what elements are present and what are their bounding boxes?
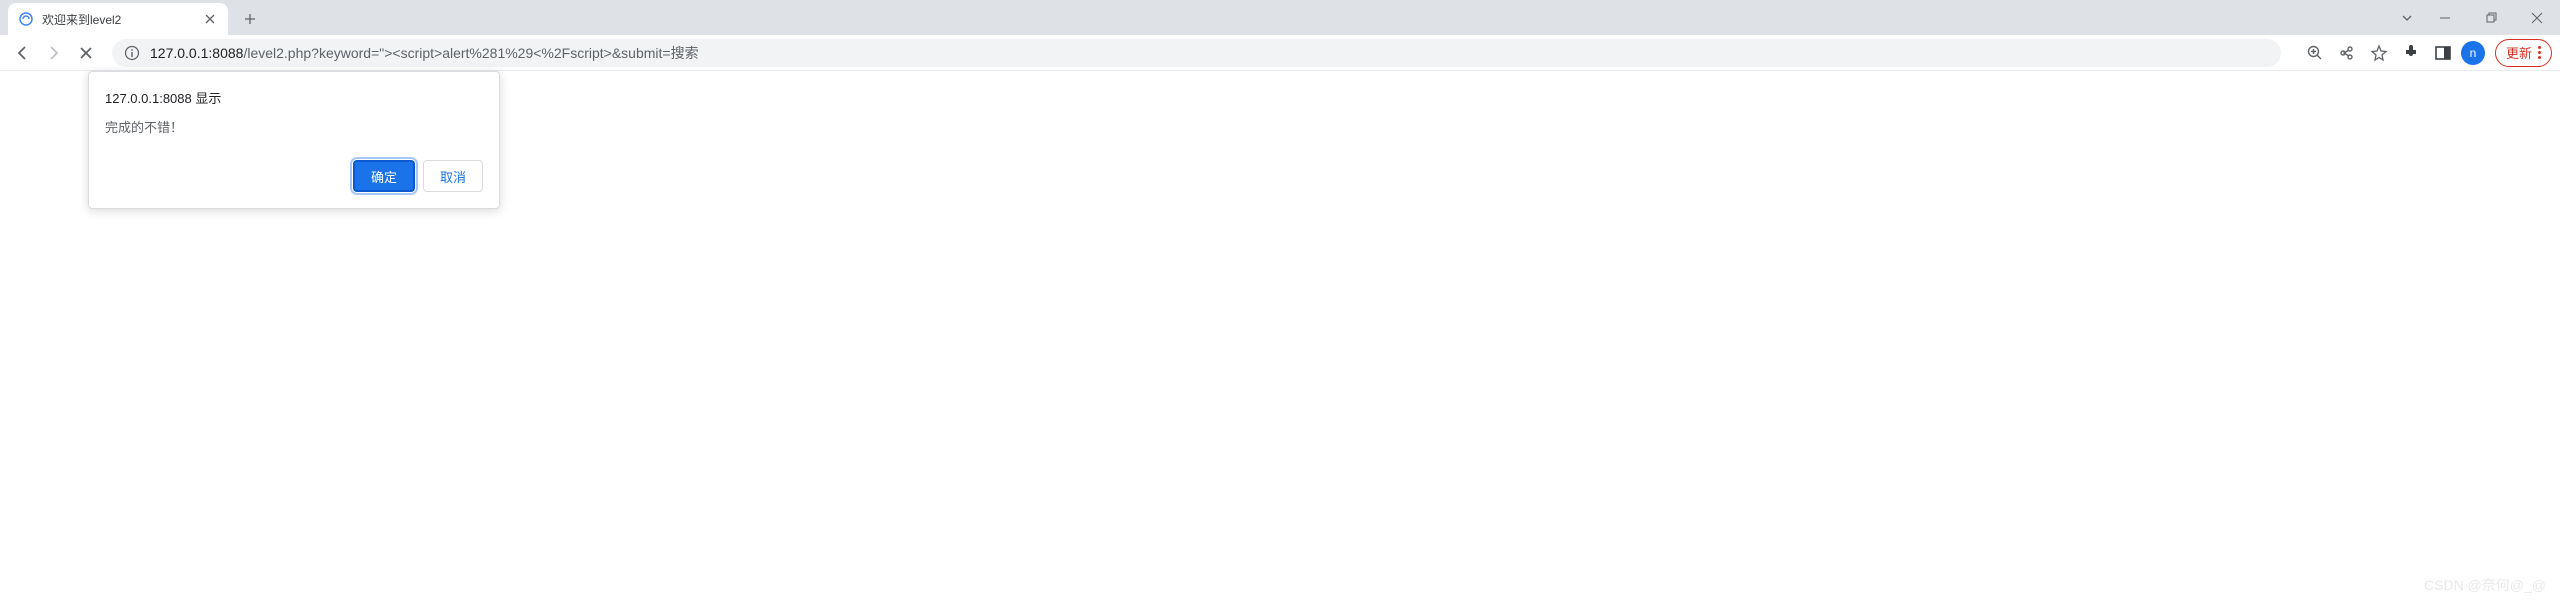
browser-tab[interactable]: 欢迎来到level2 [8, 3, 228, 35]
ok-button[interactable]: 确定 [353, 160, 415, 192]
favicon-icon [18, 11, 34, 27]
new-tab-button[interactable] [236, 5, 264, 33]
tab-title: 欢迎来到level2 [42, 11, 194, 28]
tab-strip: 欢迎来到level2 [0, 0, 2560, 35]
javascript-alert-dialog: 127.0.0.1:8088 显示 完成的不错！ 确定 取消 [88, 71, 500, 209]
zoom-icon[interactable] [2301, 39, 2329, 67]
dialog-actions: 确定 取消 [105, 160, 483, 192]
url-text: 127.0.0.1:8088/level2.php?keyword="><scr… [150, 43, 699, 63]
share-icon[interactable] [2333, 39, 2361, 67]
toolbar-actions: n 更新 [2301, 39, 2552, 67]
close-window-button[interactable] [2514, 3, 2560, 33]
browser-toolbar: 127.0.0.1:8088/level2.php?keyword="><scr… [0, 35, 2560, 71]
profile-avatar[interactable]: n [2461, 41, 2485, 65]
tab-search-icon[interactable] [2392, 3, 2422, 33]
cancel-button[interactable]: 取消 [423, 160, 483, 192]
back-button[interactable] [8, 39, 36, 67]
menu-icon [2538, 46, 2541, 59]
window-controls [2392, 0, 2560, 35]
update-button[interactable]: 更新 [2495, 39, 2552, 67]
watermark: CSDN @奈何@_@ [2424, 575, 2546, 595]
dialog-title: 127.0.0.1:8088 显示 [105, 88, 483, 107]
site-info-icon[interactable] [124, 45, 140, 61]
page-content: 127.0.0.1:8088 显示 完成的不错！ 确定 取消 [0, 71, 2560, 601]
forward-button[interactable] [40, 39, 68, 67]
bookmark-icon[interactable] [2365, 39, 2393, 67]
close-tab-icon[interactable] [202, 11, 218, 27]
minimize-button[interactable] [2422, 3, 2468, 33]
side-panel-icon[interactable] [2429, 39, 2457, 67]
extensions-icon[interactable] [2397, 39, 2425, 67]
dialog-message: 完成的不错！ [105, 117, 483, 136]
maximize-button[interactable] [2468, 3, 2514, 33]
address-bar[interactable]: 127.0.0.1:8088/level2.php?keyword="><scr… [112, 39, 2281, 67]
stop-button[interactable] [72, 39, 100, 67]
